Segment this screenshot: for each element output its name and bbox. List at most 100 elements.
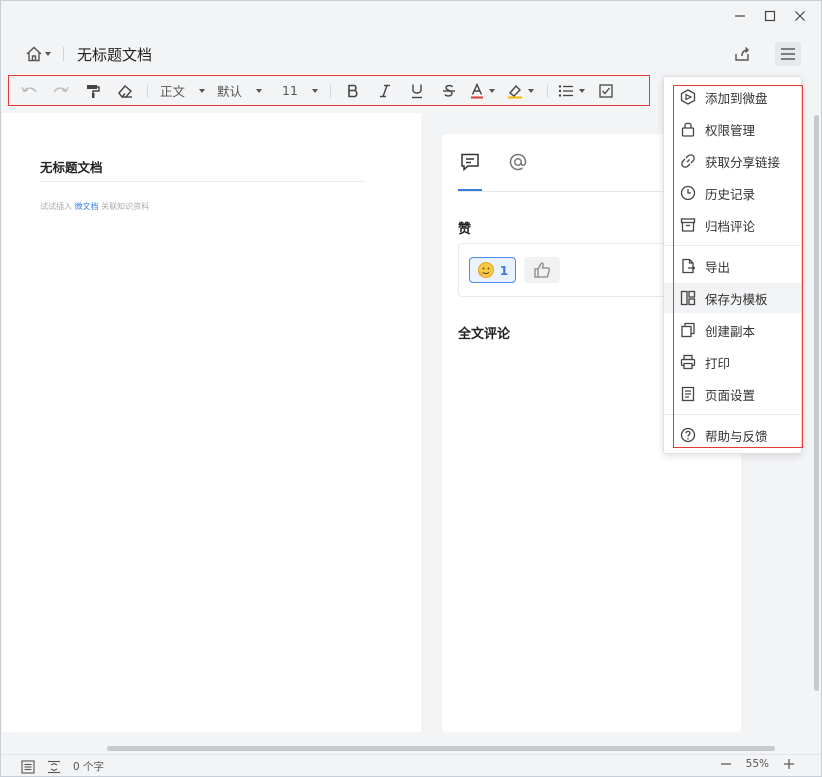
chevron-down-icon [256,88,263,93]
outline-icon[interactable] [21,759,35,774]
menu-item-print[interactable]: 打印 [664,347,801,377]
toolbar-separator [147,83,148,98]
paragraph-style-value: 正文 [160,84,186,99]
tab-comments[interactable] [458,150,482,174]
hamburger-icon [781,48,795,60]
menu-separator [664,245,801,246]
menu-item-label: 获取分享链接 [705,154,781,170]
checklist-button[interactable] [590,79,622,103]
menu-item-label: 打印 [705,355,731,371]
app-window: 无标题文档 正文 默认 11 无标题文档 试试插入 微文档 关联知识资料 赞 1… [0,0,822,777]
page-title[interactable]: 无标题文档 [40,157,103,176]
underline-icon [411,84,422,98]
font-color-icon [471,82,484,98]
font-family-value: 默认 [217,84,243,99]
menu-item-permissions[interactable]: 权限管理 [664,114,801,144]
menu-item-history[interactable]: 历史记录 [664,178,801,208]
hint-prefix: 试试插入 [40,202,72,211]
highlight-color-button[interactable] [501,79,541,103]
chevron-down-icon [579,88,586,93]
zoom-controls: 55% [720,758,795,770]
eraser-icon [118,84,132,98]
format-toolbar: 正文 默认 11 [8,75,650,106]
undo-button[interactable] [13,79,45,103]
emoji-reaction-icon [477,262,494,278]
menu-item-share-link[interactable]: 获取分享链接 [664,146,801,176]
bold-button[interactable] [337,79,369,103]
zoom-in-icon[interactable] [783,758,795,770]
word-count: 0 个字 [73,761,105,773]
highlighter-icon [508,84,523,98]
link-icon [681,154,695,168]
panel-tabs [458,150,530,174]
bold-icon [348,84,358,97]
format-painter-button[interactable] [77,79,109,103]
font-family-select[interactable]: 默认 [211,79,268,103]
menu-item-label: 历史记录 [705,186,756,202]
font-size-select[interactable]: 11 [276,79,324,103]
home-icon [26,46,42,62]
menu-item-save-as-template[interactable]: 保存为模板 [664,283,801,313]
menu-item-label: 保存为模板 [705,291,768,307]
more-menu-button[interactable] [775,42,801,66]
share-icon [735,47,749,61]
strikethrough-button[interactable] [433,79,465,103]
vertical-scrollbar[interactable] [814,115,819,691]
chevron-down-icon [528,88,535,93]
hint-suffix: 关联知识资料 [101,202,150,211]
menu-item-add-to-drive[interactable]: 添加到微盘 [664,82,801,112]
chevron-down-icon [45,52,51,56]
menu-separator [664,414,801,415]
font-color-button[interactable] [465,79,501,103]
page-setup-icon [681,386,695,402]
minimize-button[interactable] [725,5,755,27]
italic-button[interactable] [369,79,401,103]
font-size-value: 11 [282,83,298,98]
hint-link[interactable]: 微文档 [75,202,99,211]
zoom-level[interactable]: 55% [746,758,769,770]
page-width-icon[interactable] [47,760,61,774]
thumbs-up-icon [534,262,550,278]
insert-hint: 试试插入 微文档 关联知识资料 [40,201,149,212]
undo-icon [21,86,37,92]
horizontal-scrollbar[interactable] [107,746,775,751]
menu-item-label: 导出 [705,259,731,275]
menu-item-archive-comments[interactable]: 归档评论 [664,210,801,240]
comments-heading: 全文评论 [458,327,511,342]
close-icon [795,11,805,21]
underline-button[interactable] [401,79,433,103]
checkbox-icon [599,83,613,98]
more-menu-dropdown: 添加到微盘 权限管理 获取分享链接 历史记录 归档评论 导出 保存为模板 创建副… [663,76,802,454]
redo-icon [53,86,69,92]
redo-button[interactable] [45,79,77,103]
home-button[interactable] [25,45,51,63]
menu-item-label: 页面设置 [705,387,756,403]
like-reaction-chip[interactable]: 1 [469,257,516,283]
menu-item-page-setup[interactable]: 页面设置 [664,379,801,409]
header-divider [63,47,64,61]
tab-mentions[interactable] [506,150,530,174]
bullet-list-icon [559,84,574,97]
status-bar: 0 个字 55% [1,754,821,776]
clear-format-button[interactable] [109,79,141,103]
document-page[interactable]: 无标题文档 试试插入 微文档 关联知识资料 [2,113,421,732]
menu-item-label: 添加到微盘 [705,90,768,106]
chevron-down-icon [311,88,318,93]
menu-item-export[interactable]: 导出 [664,251,801,281]
like-count: 1 [499,262,509,278]
comment-icon [461,153,479,172]
chevron-down-icon [199,88,206,93]
share-button[interactable] [733,45,751,67]
copy-icon [681,322,695,338]
close-button[interactable] [785,5,815,27]
menu-item-duplicate[interactable]: 创建副本 [664,315,801,345]
paragraph-style-select[interactable]: 正文 [154,79,211,103]
zoom-out-icon[interactable] [720,758,732,770]
template-icon [680,290,696,306]
doc-title[interactable]: 无标题文档 [77,44,152,65]
maximize-button[interactable] [755,5,785,27]
drive-icon [680,89,696,105]
list-button[interactable] [554,79,590,103]
menu-item-help-feedback[interactable]: 帮助与反馈 [664,420,801,450]
like-button[interactable] [524,257,560,283]
